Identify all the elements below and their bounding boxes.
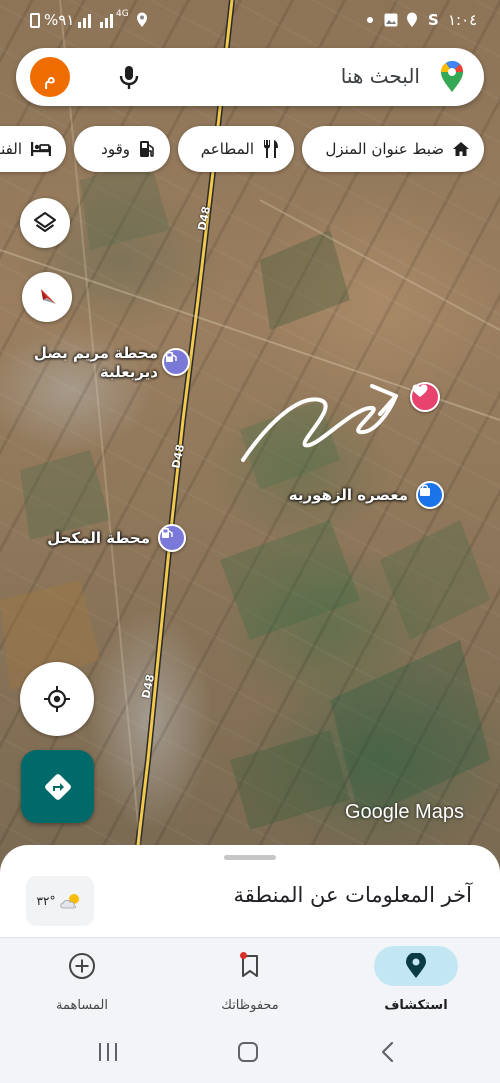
avatar[interactable]: م bbox=[30, 57, 70, 97]
microphone-icon[interactable] bbox=[116, 64, 142, 90]
sheet-drag-handle[interactable] bbox=[224, 855, 276, 860]
chip-label: وقود bbox=[101, 140, 130, 158]
location-pin-icon bbox=[406, 953, 426, 978]
directions-icon bbox=[44, 773, 71, 800]
home-icon bbox=[453, 142, 469, 156]
status-bar: %٩١ 4G ١:٠٤ S bbox=[0, 0, 500, 40]
weather-chip[interactable]: ٣٢° bbox=[26, 876, 94, 926]
hotel-icon bbox=[31, 142, 51, 156]
shopping-bag-icon bbox=[420, 484, 430, 496]
compass-button[interactable] bbox=[22, 272, 72, 322]
battery-icon bbox=[30, 13, 40, 28]
layers-icon bbox=[34, 212, 56, 232]
s-app-icon: S bbox=[428, 11, 439, 29]
my-location-button[interactable] bbox=[20, 662, 94, 736]
android-navigation-bar bbox=[0, 1027, 500, 1083]
location-icon bbox=[137, 12, 147, 27]
nav-explore-label: استكشاف bbox=[384, 998, 448, 1013]
location-icon bbox=[407, 12, 417, 27]
restaurant-icon bbox=[264, 140, 278, 158]
nav-explore[interactable]: استكشاف bbox=[356, 942, 476, 1022]
crosshair-icon bbox=[44, 686, 70, 712]
poi-label-zahouriya[interactable]: معصره الزهوريه bbox=[289, 486, 408, 505]
status-time: ١:٠٤ bbox=[448, 11, 478, 29]
bottom-navigation: استكشاف محفوظاتك المساهمة bbox=[0, 937, 500, 1027]
home-button-icon[interactable] bbox=[236, 1040, 260, 1064]
poi-label-maryam-basal[interactable]: محطة مريم بصل ديربعلبة bbox=[34, 344, 158, 382]
search-input[interactable]: البحث هنا bbox=[341, 64, 420, 88]
chip-fuel[interactable]: وقود bbox=[74, 126, 170, 172]
add-circle-icon bbox=[69, 953, 95, 979]
shopping-pin[interactable] bbox=[416, 481, 444, 509]
heart-icon bbox=[412, 384, 428, 397]
nav-saved[interactable]: محفوظاتك bbox=[190, 942, 310, 1022]
compass-icon bbox=[41, 289, 56, 304]
nav-contribute-label: المساهمة bbox=[56, 998, 108, 1013]
google-maps-watermark: Google Maps bbox=[345, 801, 464, 823]
poi-label-makhal[interactable]: محطة المكحل bbox=[47, 529, 150, 548]
chip-restaurants[interactable]: المطاعم bbox=[178, 126, 294, 172]
gas-pump-icon bbox=[162, 528, 173, 538]
gas-station-pin[interactable] bbox=[162, 348, 190, 376]
favorite-pin[interactable] bbox=[410, 382, 440, 412]
gallery-icon bbox=[384, 13, 398, 27]
chip-label: المطاعم bbox=[200, 140, 254, 158]
partly-cloudy-icon bbox=[60, 894, 80, 909]
chip-hotels[interactable]: الفنا bbox=[0, 126, 66, 172]
gas-station-pin[interactable] bbox=[158, 524, 186, 552]
nav-contribute[interactable]: المساهمة bbox=[22, 942, 142, 1022]
layers-button[interactable] bbox=[20, 198, 70, 248]
nav-contribute-indicator bbox=[40, 946, 124, 986]
battery-percent: %٩١ bbox=[44, 11, 75, 29]
recent-apps-icon[interactable] bbox=[96, 1041, 120, 1063]
chip-set-home[interactable]: ضبط عنوان المنزل bbox=[302, 126, 484, 172]
notification-dot bbox=[240, 952, 247, 959]
notification-dot-icon bbox=[367, 17, 373, 23]
gas-pump-icon bbox=[166, 352, 177, 362]
network-type: 4G bbox=[116, 9, 129, 19]
chip-label: ضبط عنوان المنزل bbox=[325, 140, 444, 158]
search-bar[interactable]: م البحث هنا bbox=[16, 48, 484, 106]
sheet-title: آخر المعلومات عن المنطقة bbox=[233, 883, 473, 907]
chip-label: الفنا bbox=[0, 140, 22, 158]
nav-saved-indicator bbox=[208, 946, 292, 986]
gas-station-icon bbox=[140, 141, 154, 157]
nav-saved-label: محفوظاتك bbox=[221, 998, 279, 1013]
nav-explore-indicator bbox=[374, 946, 458, 986]
back-icon[interactable] bbox=[378, 1040, 398, 1064]
google-maps-logo-icon bbox=[441, 61, 464, 92]
temperature: ٣٢° bbox=[36, 894, 56, 908]
directions-button[interactable] bbox=[21, 750, 94, 823]
